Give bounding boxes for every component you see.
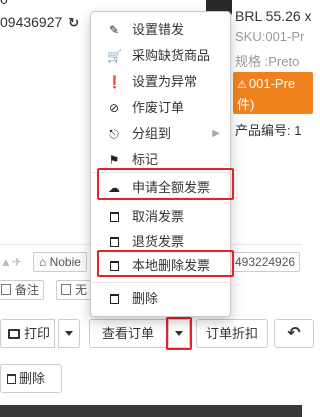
tracking-number[interactable]: 493224926 xyxy=(230,252,301,272)
none-button[interactable]: 无 xyxy=(56,280,93,300)
ban-icon: ⊘ xyxy=(108,101,120,115)
product-number: 产品编号: 1 xyxy=(235,123,302,138)
order-discount-button[interactable]: 订单折扣 xyxy=(196,319,268,348)
highlight-box xyxy=(97,168,234,200)
sitemap-icon: ⎋ xyxy=(109,127,119,141)
back-button[interactable]: ↶ xyxy=(274,319,314,348)
menu-item-set-abnormal[interactable]: ❗ 设置为异常 xyxy=(91,71,230,93)
order-header-fragment: 0 xyxy=(0,0,8,7)
warning-icon: ⚠ xyxy=(237,79,247,91)
order-id-text: 09436927 xyxy=(0,14,63,30)
trash-icon xyxy=(107,206,121,228)
delete-button[interactable]: 删除 xyxy=(0,364,62,393)
warning-badge: ⚠ 001-Pre 件) xyxy=(233,72,313,114)
note-icon xyxy=(1,284,11,295)
shipping-carrier-label: Nobie xyxy=(49,255,81,269)
trash-icon xyxy=(107,288,121,310)
warning-line-1: 001-Pre xyxy=(248,76,296,91)
note-button[interactable]: 备注 xyxy=(0,280,45,300)
shipping-carrier-tag[interactable]: ⌂ Nobie xyxy=(33,252,87,272)
print-label: 打印 xyxy=(23,326,50,341)
warning-line-2: 件) xyxy=(237,97,255,112)
bottom-bar xyxy=(0,405,302,417)
caret-down-icon xyxy=(65,331,73,336)
menu-item-delete[interactable]: 删除 xyxy=(91,288,230,310)
order-id: 09436927 ↻ xyxy=(0,14,79,31)
shipping-method-icons: ▲✈ xyxy=(0,255,22,269)
chevron-right-icon: ▶ xyxy=(212,128,220,139)
none-label: 无 xyxy=(75,283,88,297)
exclamation-icon: ❗ xyxy=(107,75,122,89)
menu-divider xyxy=(92,282,231,283)
delete-label: 删除 xyxy=(19,371,46,386)
product-sku: SKU:001-Pr xyxy=(235,29,305,44)
printer-icon xyxy=(7,329,20,339)
edit-icon: ✎ xyxy=(108,23,120,37)
menu-item-purchase-out-of-stock[interactable]: 🛒 采购缺货商品 xyxy=(91,45,230,67)
trash-icon xyxy=(7,374,16,384)
highlight-box xyxy=(97,250,234,277)
refresh-icon[interactable]: ↻ xyxy=(68,15,79,31)
product-price: BRL 55.26 x xyxy=(235,8,312,24)
menu-item-cancel-invoice[interactable]: 取消发票 xyxy=(91,206,230,228)
menu-item-set-wrong-shipment[interactable]: ✎ 设置错发 xyxy=(91,19,230,41)
product-spec: 规格 :Preto xyxy=(235,54,300,69)
note-label: 备注 xyxy=(15,283,40,297)
menu-item-void-order[interactable]: ⊘ 作废订单 xyxy=(91,97,230,119)
highlight-box xyxy=(166,317,192,350)
menu-item-group-to[interactable]: ⎋ 分组到 ▶ xyxy=(91,123,230,145)
flag-icon xyxy=(61,284,71,295)
undo-icon: ↶ xyxy=(287,325,301,342)
print-dropdown-toggle[interactable] xyxy=(58,319,80,348)
view-order-button[interactable]: 查看订单 xyxy=(89,319,167,348)
cart-icon: 🛒 xyxy=(107,49,122,63)
print-button[interactable]: 打印 xyxy=(0,319,55,348)
